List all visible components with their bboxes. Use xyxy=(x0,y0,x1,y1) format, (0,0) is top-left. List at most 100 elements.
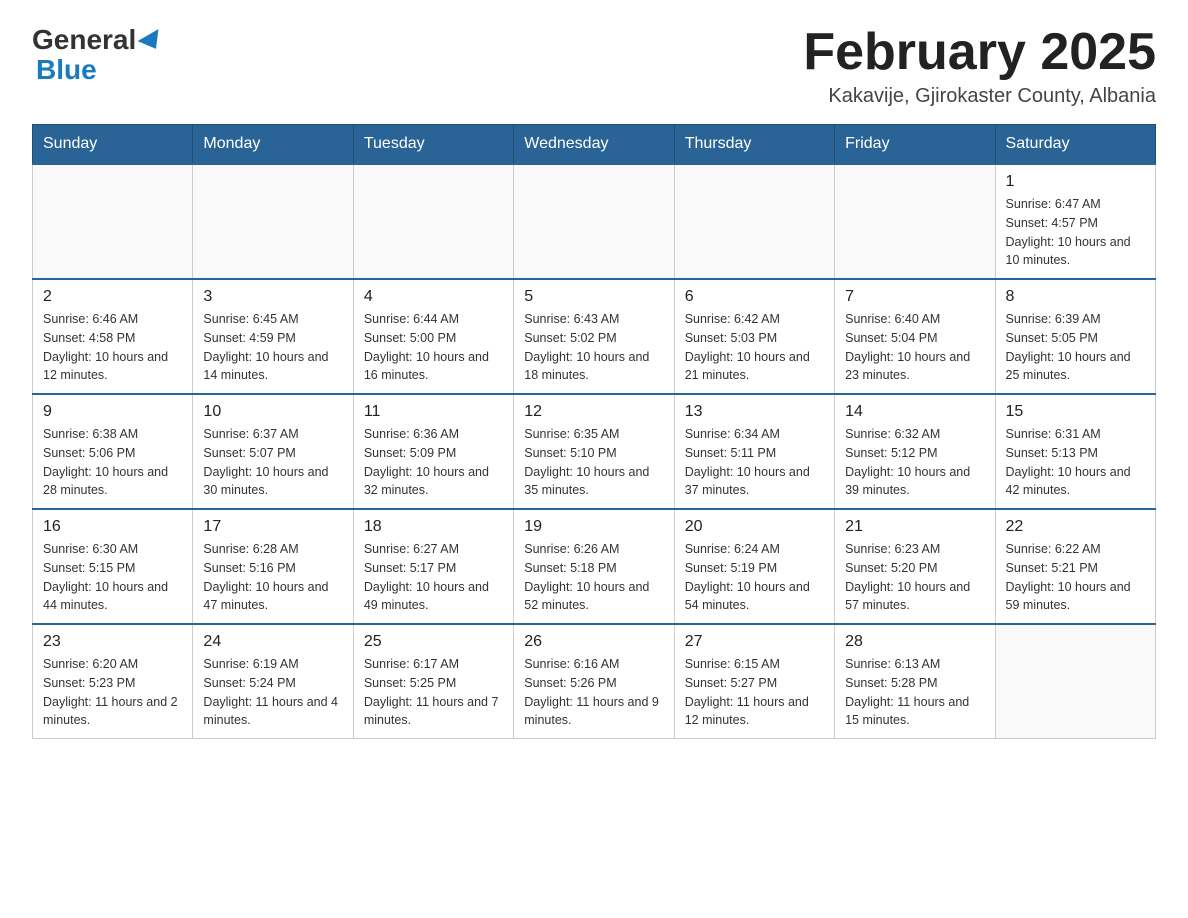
day-info: Sunrise: 6:20 AMSunset: 5:23 PMDaylight:… xyxy=(43,655,182,730)
day-info: Sunrise: 6:46 AMSunset: 4:58 PMDaylight:… xyxy=(43,310,182,385)
logo: General Blue xyxy=(32,24,164,86)
day-number: 22 xyxy=(1006,518,1145,536)
day-number: 8 xyxy=(1006,288,1145,306)
calendar-cell: 20 Sunrise: 6:24 AMSunset: 5:19 PMDayligh… xyxy=(674,509,834,624)
header-thursday: Thursday xyxy=(674,125,834,165)
calendar-cell: 28 Sunrise: 6:13 AMSunset: 5:28 PMDayligh… xyxy=(835,624,995,739)
day-number: 14 xyxy=(845,403,984,421)
calendar-cell: 26Sunrise: 6:16 AMSunset: 5:26 PMDayligh… xyxy=(514,624,674,739)
calendar-cell xyxy=(674,164,834,279)
calendar-cell: 22Sunrise: 6:22 AMSunset: 5:21 PMDayligh… xyxy=(995,509,1155,624)
day-number: 3 xyxy=(203,288,342,306)
day-number: 24 xyxy=(203,633,342,651)
day-number: 12 xyxy=(524,403,663,421)
header-saturday: Saturday xyxy=(995,125,1155,165)
day-number: 20 xyxy=(685,518,824,536)
day-number: 15 xyxy=(1006,403,1145,421)
day-number: 25 xyxy=(364,633,503,651)
header-right: February 2025 Kakavije, Gjirokaster Coun… xyxy=(803,24,1156,108)
calendar-cell: 18 Sunrise: 6:27 AMSunset: 5:17 PMDayligh… xyxy=(353,509,513,624)
day-info: Sunrise: 6:45 AMSunset: 4:59 PMDaylight:… xyxy=(203,310,342,385)
calendar-cell: 10 Sunrise: 6:37 AMSunset: 5:07 PMDayligh… xyxy=(193,394,353,509)
day-number: 17 xyxy=(203,518,342,536)
day-number: 16 xyxy=(43,518,182,536)
day-info: Sunrise: 6:31 AMSunset: 5:13 PMDaylight:… xyxy=(1006,425,1145,500)
calendar-cell: 4 Sunrise: 6:44 AMSunset: 5:00 PMDaylight… xyxy=(353,279,513,394)
day-number: 2 xyxy=(43,288,182,306)
day-info: Sunrise: 6:13 AMSunset: 5:28 PMDaylight:… xyxy=(845,655,984,730)
month-title: February 2025 xyxy=(803,24,1156,81)
calendar-cell: 21 Sunrise: 6:23 AMSunset: 5:20 PMDayligh… xyxy=(835,509,995,624)
day-number: 23 xyxy=(43,633,182,651)
day-number: 19 xyxy=(524,518,663,536)
week-row-1: 1 Sunrise: 6:47 AMSunset: 4:57 PMDaylight… xyxy=(33,164,1156,279)
day-number: 11 xyxy=(364,403,503,421)
header-wednesday: Wednesday xyxy=(514,125,674,165)
day-number: 4 xyxy=(364,288,503,306)
day-info: Sunrise: 6:35 AMSunset: 5:10 PMDaylight:… xyxy=(524,425,663,500)
day-number: 21 xyxy=(845,518,984,536)
calendar-cell: 8Sunrise: 6:39 AMSunset: 5:05 PMDaylight… xyxy=(995,279,1155,394)
calendar-cell: 15 Sunrise: 6:31 AMSunset: 5:13 PMDayligh… xyxy=(995,394,1155,509)
calendar-cell: 24 Sunrise: 6:19 AMSunset: 5:24 PMDayligh… xyxy=(193,624,353,739)
day-number: 18 xyxy=(364,518,503,536)
day-info: Sunrise: 6:26 AMSunset: 5:18 PMDaylight:… xyxy=(524,540,663,615)
day-info: Sunrise: 6:34 AMSunset: 5:11 PMDaylight:… xyxy=(685,425,824,500)
day-number: 27 xyxy=(685,633,824,651)
logo-blue-text: Blue xyxy=(36,54,97,85)
calendar-cell: 5Sunrise: 6:43 AMSunset: 5:02 PMDaylight… xyxy=(514,279,674,394)
day-info: Sunrise: 6:19 AMSunset: 5:24 PMDaylight:… xyxy=(203,655,342,730)
calendar-cell: 16 Sunrise: 6:30 AMSunset: 5:15 PMDayligh… xyxy=(33,509,193,624)
day-info: Sunrise: 6:16 AMSunset: 5:26 PMDaylight:… xyxy=(524,655,663,730)
day-info: Sunrise: 6:27 AMSunset: 5:17 PMDaylight:… xyxy=(364,540,503,615)
day-number: 28 xyxy=(845,633,984,651)
day-number: 5 xyxy=(524,288,663,306)
calendar-cell: 2 Sunrise: 6:46 AMSunset: 4:58 PMDaylight… xyxy=(33,279,193,394)
day-info: Sunrise: 6:17 AMSunset: 5:25 PMDaylight:… xyxy=(364,655,503,730)
page-header: General Blue February 2025 Kakavije, Gji… xyxy=(32,24,1156,108)
header-tuesday: Tuesday xyxy=(353,125,513,165)
calendar-cell xyxy=(33,164,193,279)
day-info: Sunrise: 6:30 AMSunset: 5:15 PMDaylight:… xyxy=(43,540,182,615)
day-info: Sunrise: 6:24 AMSunset: 5:19 PMDaylight:… xyxy=(685,540,824,615)
day-info: Sunrise: 6:42 AMSunset: 5:03 PMDaylight:… xyxy=(685,310,824,385)
calendar-cell: 17Sunrise: 6:28 AMSunset: 5:16 PMDayligh… xyxy=(193,509,353,624)
calendar-cell: 23 Sunrise: 6:20 AMSunset: 5:23 PMDayligh… xyxy=(33,624,193,739)
calendar-cell: 12 Sunrise: 6:35 AMSunset: 5:10 PMDayligh… xyxy=(514,394,674,509)
day-info: Sunrise: 6:32 AMSunset: 5:12 PMDaylight:… xyxy=(845,425,984,500)
day-number: 13 xyxy=(685,403,824,421)
day-number: 7 xyxy=(845,288,984,306)
logo-text: General xyxy=(32,24,164,56)
logo-triangle-icon xyxy=(138,29,167,55)
day-info: Sunrise: 6:15 AMSunset: 5:27 PMDaylight:… xyxy=(685,655,824,730)
day-number: 6 xyxy=(685,288,824,306)
day-info: Sunrise: 6:44 AMSunset: 5:00 PMDaylight:… xyxy=(364,310,503,385)
calendar-cell: 9 Sunrise: 6:38 AMSunset: 5:06 PMDaylight… xyxy=(33,394,193,509)
day-number: 9 xyxy=(43,403,182,421)
calendar-cell xyxy=(514,164,674,279)
header-row: SundayMondayTuesdayWednesdayThursdayFrid… xyxy=(33,125,1156,165)
week-row-4: 16 Sunrise: 6:30 AMSunset: 5:15 PMDayligh… xyxy=(33,509,1156,624)
day-info: Sunrise: 6:23 AMSunset: 5:20 PMDaylight:… xyxy=(845,540,984,615)
day-info: Sunrise: 6:38 AMSunset: 5:06 PMDaylight:… xyxy=(43,425,182,500)
day-number: 1 xyxy=(1006,173,1145,191)
day-info: Sunrise: 6:37 AMSunset: 5:07 PMDaylight:… xyxy=(203,425,342,500)
week-row-2: 2 Sunrise: 6:46 AMSunset: 4:58 PMDaylight… xyxy=(33,279,1156,394)
location: Kakavije, Gjirokaster County, Albania xyxy=(803,85,1156,108)
day-number: 10 xyxy=(203,403,342,421)
day-info: Sunrise: 6:40 AMSunset: 5:04 PMDaylight:… xyxy=(845,310,984,385)
calendar-cell xyxy=(193,164,353,279)
calendar-cell: 6 Sunrise: 6:42 AMSunset: 5:03 PMDaylight… xyxy=(674,279,834,394)
calendar-cell: 11 Sunrise: 6:36 AMSunset: 5:09 PMDayligh… xyxy=(353,394,513,509)
calendar-body: 1 Sunrise: 6:47 AMSunset: 4:57 PMDaylight… xyxy=(33,164,1156,739)
day-info: Sunrise: 6:36 AMSunset: 5:09 PMDaylight:… xyxy=(364,425,503,500)
calendar-cell xyxy=(835,164,995,279)
calendar-header: SundayMondayTuesdayWednesdayThursdayFrid… xyxy=(33,125,1156,165)
calendar-cell xyxy=(353,164,513,279)
day-info: Sunrise: 6:47 AMSunset: 4:57 PMDaylight:… xyxy=(1006,195,1145,270)
header-monday: Monday xyxy=(193,125,353,165)
calendar-table: SundayMondayTuesdayWednesdayThursdayFrid… xyxy=(32,124,1156,739)
week-row-3: 9 Sunrise: 6:38 AMSunset: 5:06 PMDaylight… xyxy=(33,394,1156,509)
calendar-cell: 14 Sunrise: 6:32 AMSunset: 5:12 PMDayligh… xyxy=(835,394,995,509)
calendar-cell: 7 Sunrise: 6:40 AMSunset: 5:04 PMDaylight… xyxy=(835,279,995,394)
